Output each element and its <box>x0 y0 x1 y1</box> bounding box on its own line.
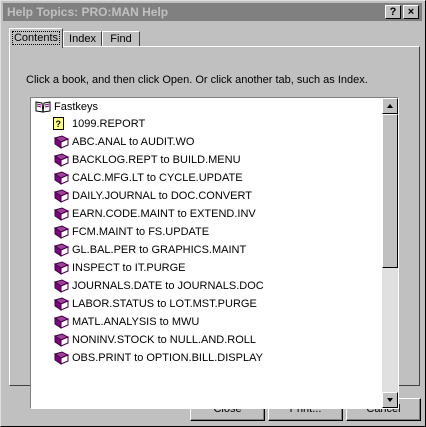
tab-find[interactable]: Find <box>102 31 140 47</box>
book-icon <box>53 315 70 335</box>
tree-item-label: CALC.MFG.LT to CYCLE.UPDATE <box>72 172 243 184</box>
help-page-icon: ? <box>53 117 65 137</box>
tree-item-label: EARN.CODE.MAINT to EXTEND.INV <box>72 208 256 220</box>
vertical-scrollbar[interactable] <box>382 98 398 408</box>
tab-find-label: Find <box>110 33 132 45</box>
scroll-down-button[interactable] <box>382 392 398 408</box>
book-icon <box>53 207 70 227</box>
tab-contents[interactable]: Contents <box>9 28 63 48</box>
book-icon <box>53 279 70 299</box>
tree-item-label: LABOR.STATUS to LOT.MST.PURGE <box>72 298 257 310</box>
title-bar[interactable]: Help Topics: PRO:MAN Help ? × <box>3 3 422 21</box>
book-icon <box>53 333 70 353</box>
arrow-down-icon <box>387 398 393 402</box>
scroll-up-button[interactable] <box>382 98 398 114</box>
svg-text:?: ? <box>56 119 62 129</box>
tree-item-label: FCM.MAINT to FS.UPDATE <box>72 226 210 238</box>
tab-contents-label: Contents <box>11 31 61 45</box>
tree-item-label: OBS.PRINT to OPTION.BILL.DISPLAY <box>72 352 263 364</box>
book-icon <box>53 351 70 371</box>
tree-item-label: INSPECT to IT.PURGE <box>72 262 186 274</box>
book-icon <box>53 225 70 245</box>
instructions-text: Click a book, and then click Open. Or cl… <box>26 74 368 86</box>
tree-root-label: Fastkeys <box>54 101 99 113</box>
contents-tree[interactable]: Fastkeys ? 1099.REPORT ABC.ANAL to AUDIT… <box>30 97 399 409</box>
close-title-button[interactable]: × <box>403 5 419 19</box>
book-icon <box>53 153 70 173</box>
book-icon <box>53 171 70 191</box>
help-title-button[interactable]: ? <box>385 5 401 19</box>
tree-item-label: GL.BAL.PER to GRAPHICS.MAINT <box>72 244 247 256</box>
tree-item-label: DAILY.JOURNAL to DOC.CONVERT <box>72 190 252 202</box>
tree-item-label: BACKLOG.REPT to BUILD.MENU <box>72 154 241 166</box>
arrow-up-icon <box>387 104 393 108</box>
tab-index-label: Index <box>69 33 96 45</box>
scroll-thumb[interactable] <box>382 114 398 268</box>
tree-item-label: 1099.REPORT <box>72 118 146 130</box>
tree-item-label: MATL.ANALYSIS to MWU <box>72 316 200 328</box>
tree-item-label: ABC.ANAL to AUDIT.WO <box>72 136 195 148</box>
book-icon <box>53 243 70 263</box>
book-icon <box>53 297 70 317</box>
book-icon <box>53 189 70 209</box>
window-title: Help Topics: PRO:MAN Help <box>7 5 169 19</box>
tab-index[interactable]: Index <box>63 31 102 47</box>
book-icon <box>53 261 70 281</box>
tree-item-label: JOURNALS.DATE to JOURNALS.DOC <box>72 280 264 292</box>
contents-panel: Click a book, and then click Open. Or cl… <box>9 46 420 409</box>
tree-item-label: NONINV.STOCK to NULL.AND.ROLL <box>72 334 257 346</box>
book-icon <box>53 135 70 155</box>
help-topics-window: Help Topics: PRO:MAN Help ? × Contents I… <box>0 0 426 427</box>
open-book-icon <box>35 100 51 120</box>
